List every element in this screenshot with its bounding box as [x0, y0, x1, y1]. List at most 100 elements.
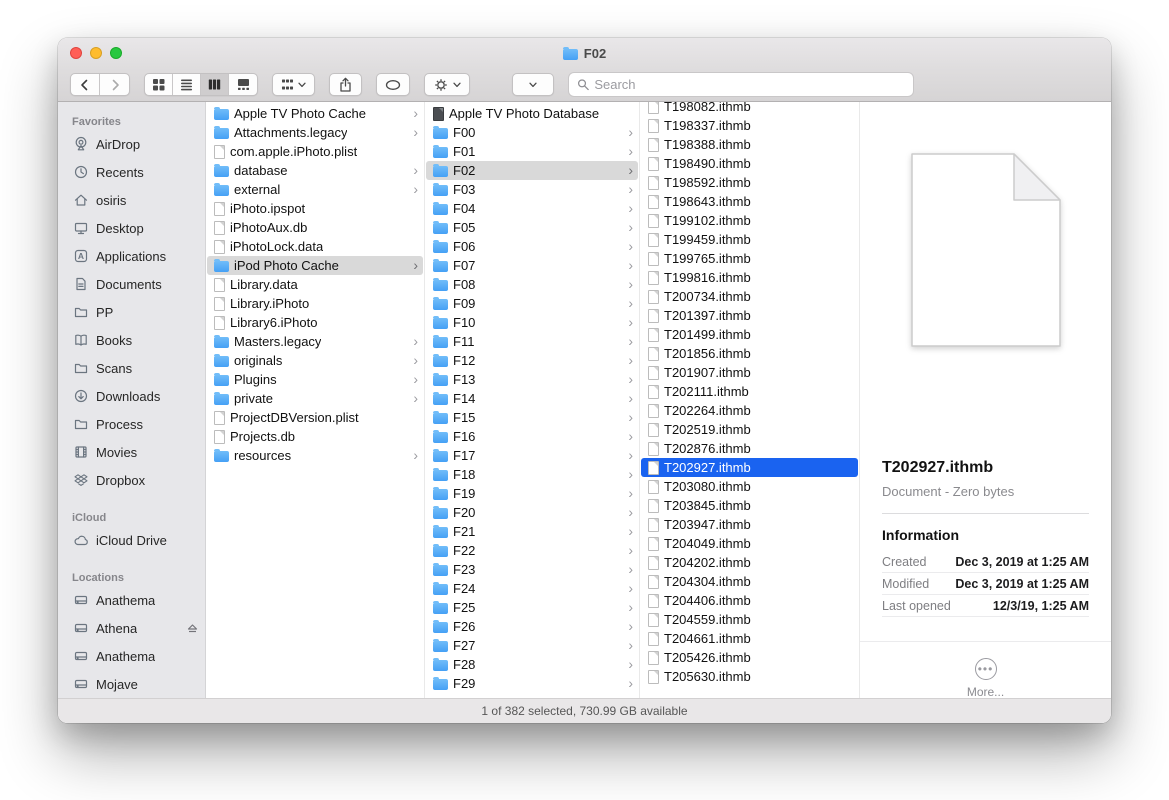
- folder-row-attachments-legacy[interactable]: Attachments.legacy ›: [207, 123, 423, 142]
- file-row-iphotoaux-db[interactable]: iPhotoAux.db: [207, 218, 423, 237]
- more-button[interactable]: ••• More...: [860, 658, 1111, 698]
- sidebar-item-dropbox[interactable]: Dropbox: [58, 466, 205, 494]
- sidebar-item-athena[interactable]: Athena: [58, 614, 205, 642]
- search-field[interactable]: [568, 72, 914, 97]
- file-row-t202876-ithmb[interactable]: T202876.ithmb: [641, 439, 858, 458]
- folder-row-f03[interactable]: F03 ›: [426, 180, 638, 199]
- file-row-projects-db[interactable]: Projects.db: [207, 427, 423, 446]
- folder-row-plugins[interactable]: Plugins ›: [207, 370, 423, 389]
- folder-row-f13[interactable]: F13 ›: [426, 370, 638, 389]
- file-row-t198592-ithmb[interactable]: T198592.ithmb: [641, 173, 858, 192]
- file-row-t204304-ithmb[interactable]: T204304.ithmb: [641, 572, 858, 591]
- folder-row-f24[interactable]: F24 ›: [426, 579, 638, 598]
- file-row-t199459-ithmb[interactable]: T199459.ithmb: [641, 230, 858, 249]
- search-input[interactable]: [594, 77, 905, 92]
- column-view-button[interactable]: [201, 74, 229, 95]
- folder-row-f10[interactable]: F10 ›: [426, 313, 638, 332]
- list-view-button[interactable]: [173, 74, 201, 95]
- file-row-t201397-ithmb[interactable]: T201397.ithmb: [641, 306, 858, 325]
- folder-row-f18[interactable]: F18 ›: [426, 465, 638, 484]
- sidebar-item-mojave[interactable]: Mojave: [58, 670, 205, 698]
- folder-row-external[interactable]: external ›: [207, 180, 423, 199]
- titlebar[interactable]: F02: [58, 38, 1111, 68]
- file-row-library-data[interactable]: Library.data: [207, 275, 423, 294]
- folder-row-f12[interactable]: F12 ›: [426, 351, 638, 370]
- file-row-library-iphoto[interactable]: Library.iPhoto: [207, 294, 423, 313]
- folder-row-f09[interactable]: F09 ›: [426, 294, 638, 313]
- folder-row-f06[interactable]: F06 ›: [426, 237, 638, 256]
- folder-row-ipod-photo-cache[interactable]: iPod Photo Cache ›: [207, 256, 423, 275]
- folder-row-f08[interactable]: F08 ›: [426, 275, 638, 294]
- folder-row-f25[interactable]: F25 ›: [426, 598, 638, 617]
- folder-row-f00[interactable]: F00 ›: [426, 123, 638, 142]
- file-row-iphoto-ipspot[interactable]: iPhoto.ipspot: [207, 199, 423, 218]
- file-row-t204406-ithmb[interactable]: T204406.ithmb: [641, 591, 858, 610]
- folder-row-database[interactable]: database ›: [207, 161, 423, 180]
- sidebar-item-desktop[interactable]: Desktop: [58, 214, 205, 242]
- file-row-library6-iphoto[interactable]: Library6.iPhoto: [207, 313, 423, 332]
- folder-row-f05[interactable]: F05 ›: [426, 218, 638, 237]
- file-row-t201499-ithmb[interactable]: T201499.ithmb: [641, 325, 858, 344]
- sidebar-item-scans[interactable]: Scans: [58, 354, 205, 382]
- folder-row-f19[interactable]: F19 ›: [426, 484, 638, 503]
- sidebar-item-books[interactable]: Books: [58, 326, 205, 354]
- sidebar-item-downloads[interactable]: Downloads: [58, 382, 205, 410]
- sidebar-item-movies[interactable]: Movies: [58, 438, 205, 466]
- sidebar-item-osiris[interactable]: osiris: [58, 186, 205, 214]
- file-row-t201856-ithmb[interactable]: T201856.ithmb: [641, 344, 858, 363]
- folder-row-f17[interactable]: F17 ›: [426, 446, 638, 465]
- sidebar-item-airdrop[interactable]: AirDrop: [58, 130, 205, 158]
- sidebar-item-anathema[interactable]: Anathema: [58, 586, 205, 614]
- folder-row-f29[interactable]: F29 ›: [426, 674, 638, 693]
- file-row-t198643-ithmb[interactable]: T198643.ithmb: [641, 192, 858, 211]
- file-row-com-apple-iphoto-plist[interactable]: com.apple.iPhoto.plist: [207, 142, 423, 161]
- file-row-t198082-ithmb[interactable]: T198082.ithmb: [641, 102, 858, 116]
- close-button[interactable]: [70, 47, 82, 59]
- file-row-t205426-ithmb[interactable]: T205426.ithmb: [641, 648, 858, 667]
- sidebar-item-icloud-drive[interactable]: iCloud Drive: [58, 526, 205, 554]
- folder-row-f11[interactable]: F11 ›: [426, 332, 638, 351]
- forward-button[interactable]: [100, 74, 129, 95]
- back-button[interactable]: [71, 74, 100, 95]
- file-row-t198337-ithmb[interactable]: T198337.ithmb: [641, 116, 858, 135]
- file-row-t199102-ithmb[interactable]: T199102.ithmb: [641, 211, 858, 230]
- group-button[interactable]: [272, 73, 315, 96]
- sidebar-item-anathema[interactable]: Anathema: [58, 642, 205, 670]
- folder-row-private[interactable]: private ›: [207, 389, 423, 408]
- file-row-t204202-ithmb[interactable]: T204202.ithmb: [641, 553, 858, 572]
- file-row-t204559-ithmb[interactable]: T204559.ithmb: [641, 610, 858, 629]
- file-row-projectdbversion-plist[interactable]: ProjectDBVersion.plist: [207, 408, 423, 427]
- zoom-button[interactable]: [110, 47, 122, 59]
- folder-row-f22[interactable]: F22 ›: [426, 541, 638, 560]
- file-row-t203947-ithmb[interactable]: T203947.ithmb: [641, 515, 858, 534]
- folder-row-f27[interactable]: F27 ›: [426, 636, 638, 655]
- share-button[interactable]: [329, 73, 362, 96]
- file-row-t202927-ithmb[interactable]: T202927.ithmb: [641, 458, 858, 477]
- file-row-t203080-ithmb[interactable]: T203080.ithmb: [641, 477, 858, 496]
- file-row-iphotolock-data[interactable]: iPhotoLock.data: [207, 237, 423, 256]
- folder-row-originals[interactable]: originals ›: [207, 351, 423, 370]
- sidebar-item-documents[interactable]: Documents: [58, 270, 205, 298]
- file-row-t204661-ithmb[interactable]: T204661.ithmb: [641, 629, 858, 648]
- folder-row-f26[interactable]: F26 ›: [426, 617, 638, 636]
- folder-row-f16[interactable]: F16 ›: [426, 427, 638, 446]
- file-row-t202519-ithmb[interactable]: T202519.ithmb: [641, 420, 858, 439]
- quick-look-dropdown[interactable]: [512, 73, 554, 96]
- folder-row-f21[interactable]: F21 ›: [426, 522, 638, 541]
- folder-row-f04[interactable]: F04 ›: [426, 199, 638, 218]
- sidebar-item-applications[interactable]: A Applications: [58, 242, 205, 270]
- folder-row-f15[interactable]: F15 ›: [426, 408, 638, 427]
- eject-icon[interactable]: [186, 622, 199, 634]
- folder-row-f07[interactable]: F07 ›: [426, 256, 638, 275]
- sidebar-item-recents[interactable]: Recents: [58, 158, 205, 186]
- folder-row-f02[interactable]: F02 ›: [426, 161, 638, 180]
- file-row-t199816-ithmb[interactable]: T199816.ithmb: [641, 268, 858, 287]
- folder-row-f01[interactable]: F01 ›: [426, 142, 638, 161]
- folder-row-f28[interactable]: F28 ›: [426, 655, 638, 674]
- minimize-button[interactable]: [90, 47, 102, 59]
- folder-row-f20[interactable]: F20 ›: [426, 503, 638, 522]
- file-row-t202264-ithmb[interactable]: T202264.ithmb: [641, 401, 858, 420]
- folder-row-masters-legacy[interactable]: Masters.legacy ›: [207, 332, 423, 351]
- file-row-t202111-ithmb[interactable]: T202111.ithmb: [641, 382, 858, 401]
- sidebar-item-pp[interactable]: PP: [58, 298, 205, 326]
